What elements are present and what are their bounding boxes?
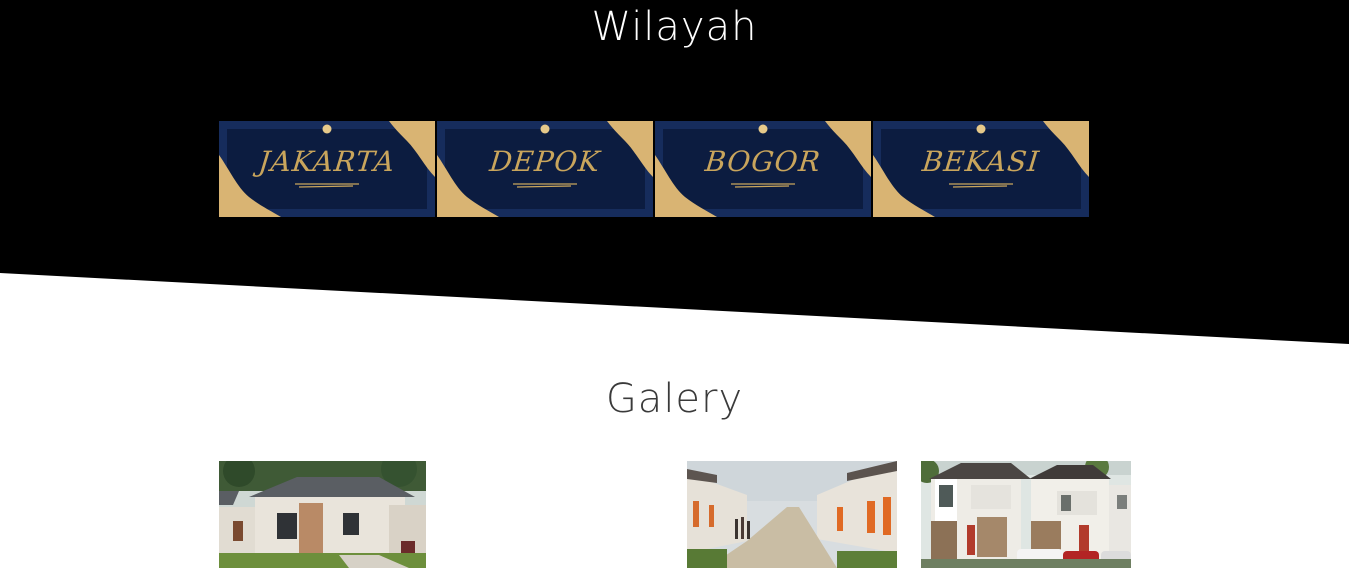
label-underline-decoration (295, 183, 359, 188)
label-underline-decoration (949, 183, 1013, 188)
page: Wilayah JAKARTA DEPOK BOGOR BEKASI Galer… (0, 0, 1349, 568)
gallery-item-3[interactable] (921, 461, 1131, 568)
region-card-depok[interactable]: DEPOK (437, 121, 653, 217)
wilayah-heading: Wilayah (591, 4, 758, 50)
region-label-bekasi: BEKASI (920, 145, 1042, 178)
galery-heading: Galery (605, 376, 744, 422)
region-label-bogor: BOGOR (703, 145, 823, 178)
gallery-item-1[interactable] (219, 461, 426, 568)
gallery-item-2[interactable] (687, 461, 897, 568)
two-storey-house-photo (921, 461, 1131, 568)
region-card-bekasi[interactable]: BEKASI (873, 121, 1089, 217)
region-card-jakarta[interactable]: JAKARTA (219, 121, 435, 217)
region-card-bogor[interactable]: BOGOR (655, 121, 871, 217)
region-label-depok: DEPOK (487, 145, 603, 178)
region-card-list: JAKARTA DEPOK BOGOR BEKASI (219, 121, 1089, 217)
region-label-jakarta: JAKARTA (257, 145, 397, 178)
label-underline-decoration (513, 183, 577, 188)
house-photo (219, 461, 426, 568)
wilayah-section-background (0, 0, 1349, 344)
housing-street-photo (687, 461, 897, 568)
label-underline-decoration (731, 183, 795, 188)
